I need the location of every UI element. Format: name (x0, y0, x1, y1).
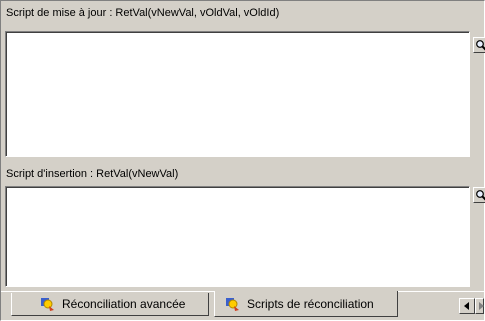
reconciliation-icon (226, 297, 239, 311)
update-script-label: Script de mise à jour : RetVal(vNewVal, … (6, 7, 280, 19)
tab-reconciliation-scripts-label: Scripts de réconciliation (247, 296, 374, 311)
reconciliation-scripts-panel: Script de mise à jour : RetVal(vNewVal, … (0, 0, 485, 321)
magnifier-icon (476, 40, 485, 51)
arrow-right-icon (479, 302, 484, 310)
tab-reconciliation-scripts[interactable]: Scripts de réconciliation (214, 291, 398, 317)
tab-scroll-right-button[interactable] (475, 298, 484, 314)
tab-scroll-left-button[interactable] (459, 298, 475, 314)
update-script-field[interactable] (5, 31, 470, 157)
insert-script-zoom-button[interactable] (473, 187, 485, 203)
tab-advanced-reconciliation-label: Réconciliation avancée (62, 297, 186, 311)
magnifier-icon (476, 190, 485, 201)
arrow-left-icon (464, 302, 469, 310)
update-script-zoom-button[interactable] (473, 37, 485, 53)
tab-advanced-reconciliation[interactable]: Réconciliation avancée (11, 293, 209, 316)
tab-bar: Réconciliation avancée Scripts de réconc… (1, 291, 484, 320)
reconciliation-icon (41, 298, 54, 311)
insert-script-field[interactable] (5, 186, 470, 287)
insert-script-label: Script d'insertion : RetVal(vNewVal) (6, 168, 179, 180)
